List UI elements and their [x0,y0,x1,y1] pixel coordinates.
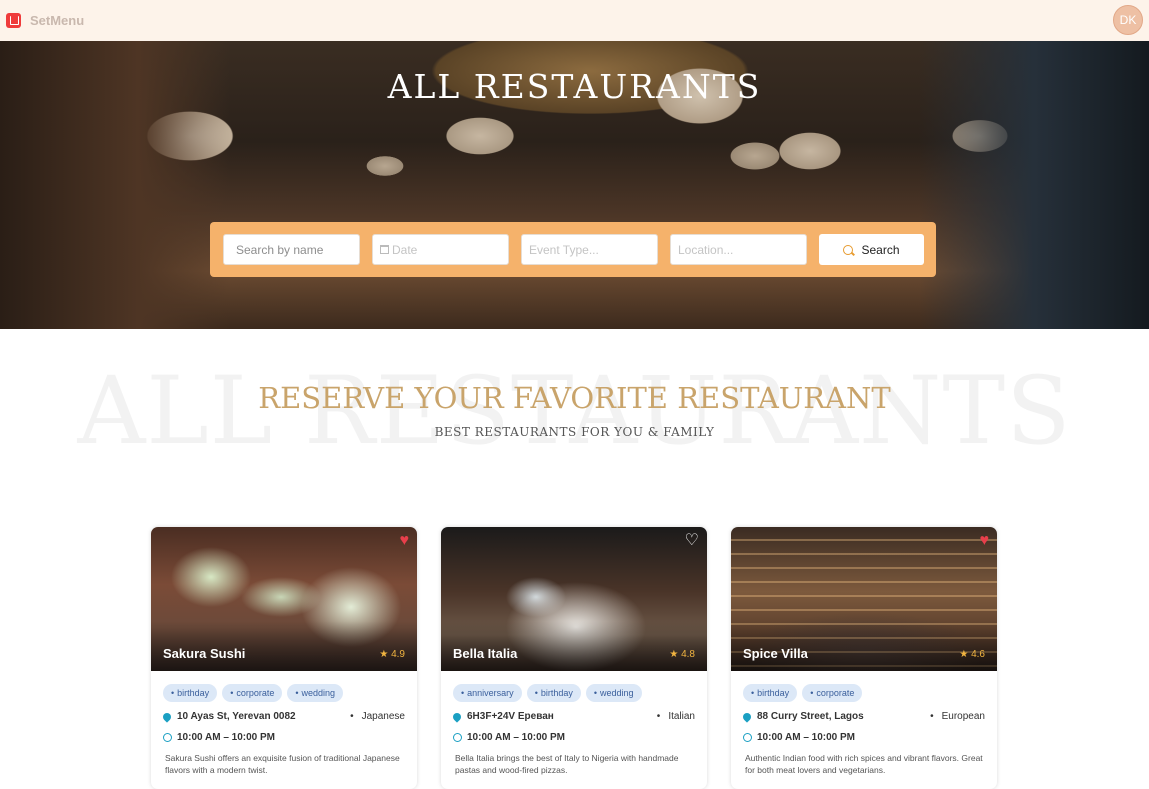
restaurant-cuisine: European [930,711,985,722]
event-tag[interactable]: birthday [163,684,218,702]
location-select[interactable]: Location... [670,234,807,265]
star-icon: ★ [379,649,392,660]
restaurants-section: ALL RESTAURANTS RESERVE YOUR FAVORITE RE… [0,329,1149,789]
search-bar: Search by name Date Event Type... Locati… [210,222,936,277]
restaurant-description: Sakura Sushi offers an exquisite fusion … [165,753,400,775]
event-tag[interactable]: birthday [743,684,798,702]
section-title: RESERVE YOUR FAVORITE RESTAURANT [258,381,891,415]
rating-value: 4.6 [971,649,985,660]
top-nav-bar: SetMenu DK [0,0,1149,41]
event-type-select[interactable]: Event Type... [521,234,658,265]
search-button-label: Search [861,242,900,257]
hours-text: 10:00 AM – 10:00 PM [467,732,566,743]
date-placeholder: Date [392,242,418,257]
restaurant-hours: 10:00 AM – 10:00 PM [163,732,275,743]
search-button[interactable]: Search [819,234,924,265]
event-tag[interactable]: anniversary [453,684,522,702]
brand-name[interactable]: SetMenu [30,13,84,28]
event-tag[interactable]: wedding [287,684,344,702]
restaurant-photo: ♥ Sakura Sushi ★ 4.9 [151,527,417,671]
search-name-placeholder: Search by name [236,242,324,257]
restaurant-address: 10 Ayas St, Yerevan 0082 [161,710,296,723]
restaurant-rating: ★ 4.8 [669,649,695,660]
restaurant-hours: 10:00 AM – 10:00 PM [743,732,855,743]
location-pin-icon [451,710,463,723]
favorite-heart-icon[interactable]: ♥ [980,533,990,549]
hero-title: ALL RESTAURANTS [387,67,762,106]
restaurant-card[interactable]: ♥ Spice Villa ★ 4.6 birthday corporate 8… [731,527,997,789]
section-subtitle: BEST RESTAURANTS FOR YOU & FAMILY [434,425,715,439]
hours-text: 10:00 AM – 10:00 PM [177,732,276,743]
restaurant-name: Sakura Sushi [163,646,246,661]
address-text: 6H3F+24V Ереван [467,711,554,722]
date-picker-input[interactable]: Date [372,234,509,265]
restaurant-cuisine: Japanese [350,711,405,722]
restaurant-description: Bella Italia brings the best of Italy to… [455,753,679,775]
event-tag[interactable]: wedding [585,684,642,702]
favorite-heart-icon[interactable]: ♥ [400,533,410,549]
event-tag[interactable]: birthday [526,684,581,702]
hours-text: 10:00 AM – 10:00 PM [757,732,856,743]
event-tags: anniversary birthday wedding [453,684,642,702]
restaurant-photo: ♥ Spice Villa ★ 4.6 [731,527,997,671]
calendar-icon [380,245,389,254]
location-pin-icon [741,710,753,723]
event-type-placeholder: Event Type... [529,242,599,257]
event-tags: birthday corporate [743,684,863,702]
clock-icon [163,733,172,742]
restaurant-hours: 10:00 AM – 10:00 PM [453,732,565,743]
location-placeholder: Location... [678,242,734,257]
user-avatar[interactable]: DK [1113,5,1143,35]
location-pin-icon [161,710,173,723]
restaurant-name: Spice Villa [743,646,808,661]
clock-icon [743,733,752,742]
restaurant-card[interactable]: ♡ Bella Italia ★ 4.8 anniversary birthda… [441,527,707,789]
clock-icon [453,733,462,742]
restaurant-rating: ★ 4.6 [959,649,985,660]
rating-value: 4.9 [391,649,405,660]
search-name-input[interactable]: Search by name [223,234,360,265]
restaurant-cuisine: Italian [657,711,695,722]
event-tag[interactable]: corporate [802,684,863,702]
restaurant-address: 88 Curry Street, Lagos [741,710,864,723]
restaurant-photo: ♡ Bella Italia ★ 4.8 [441,527,707,671]
restaurant-rating: ★ 4.9 [379,649,405,660]
favorite-heart-outline-icon[interactable]: ♡ [685,533,699,549]
event-tags: birthday corporate wedding [163,684,344,702]
star-icon: ★ [959,649,972,660]
setmenu-logo-icon[interactable] [6,13,21,28]
address-text: 10 Ayas St, Yerevan 0082 [177,711,296,722]
restaurant-card[interactable]: ♥ Sakura Sushi ★ 4.9 birthday corporate … [151,527,417,789]
restaurant-address: 6H3F+24V Ереван [451,710,554,723]
search-icon [843,244,854,255]
address-text: 88 Curry Street, Lagos [757,711,864,722]
star-icon: ★ [669,649,682,660]
rating-value: 4.8 [681,649,695,660]
restaurant-description: Authentic Indian food with rich spices a… [745,753,983,775]
restaurant-name: Bella Italia [453,646,518,661]
hero-banner: ALL RESTAURANTS Search by name Date Even… [0,41,1149,329]
event-tag[interactable]: corporate [222,684,283,702]
